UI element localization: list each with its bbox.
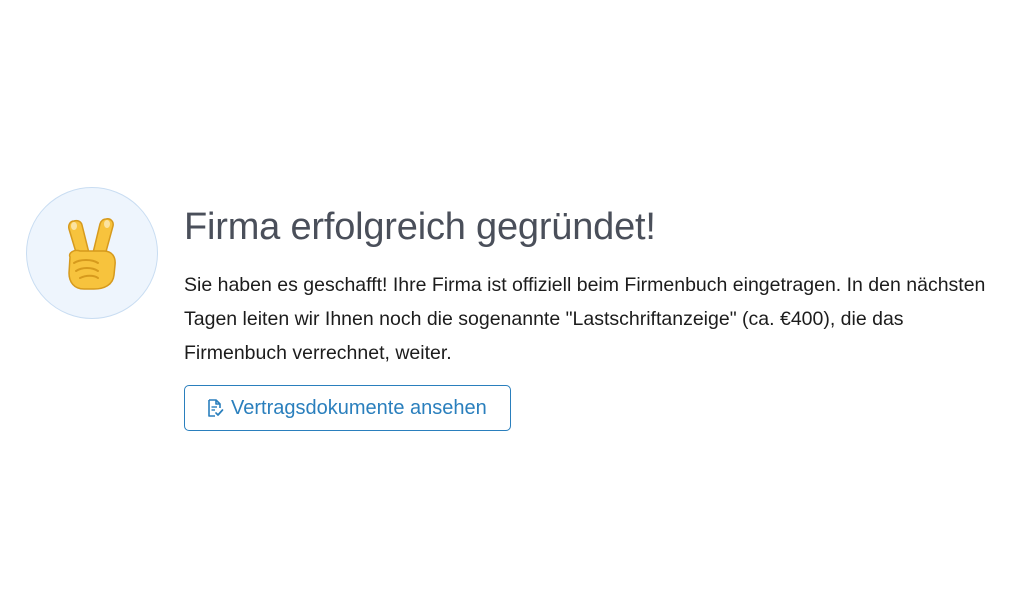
success-panel: Firma erfolgreich gegründet! Sie haben e… bbox=[0, 0, 1024, 590]
view-contract-documents-label: Vertragsdokumente ansehen bbox=[231, 396, 487, 419]
page-title: Firma erfolgreich gegründet! bbox=[184, 206, 656, 248]
success-content: Firma erfolgreich gegründet! Sie haben e… bbox=[184, 202, 1004, 431]
avatar bbox=[26, 187, 158, 319]
victory-hand-icon bbox=[60, 215, 124, 291]
success-message: Sie haben es geschafft! Ihre Firma ist o… bbox=[184, 274, 986, 364]
view-contract-documents-button[interactable]: Vertragsdokumente ansehen bbox=[184, 385, 511, 431]
document-check-icon bbox=[205, 398, 225, 418]
